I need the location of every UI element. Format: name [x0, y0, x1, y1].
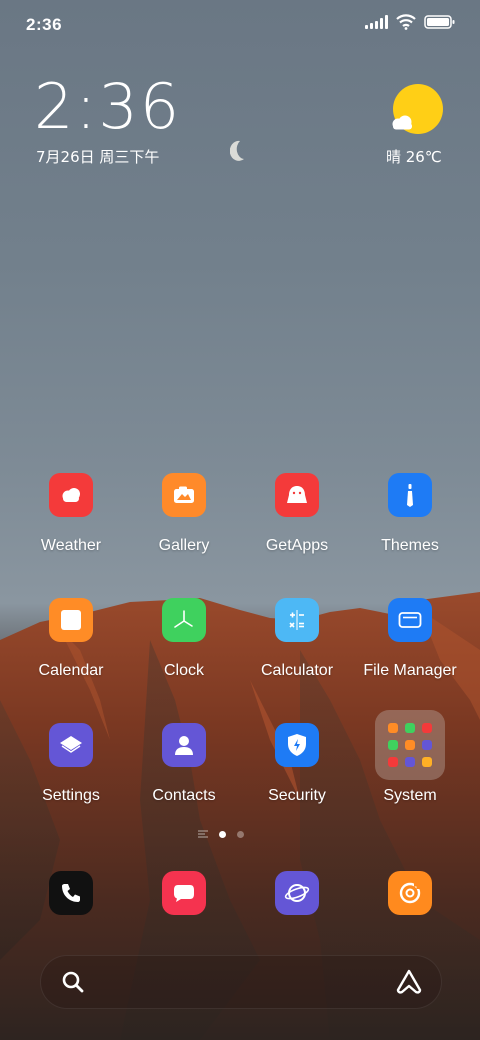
themes-icon [388, 473, 432, 517]
folder-group-icon [375, 710, 445, 780]
app-calculator[interactable]: Calculator [237, 598, 357, 680]
app-security[interactable]: Security [237, 723, 357, 805]
phone-icon[interactable] [49, 871, 93, 915]
search-bar[interactable] [40, 955, 442, 1009]
signal-icon [365, 15, 388, 29]
app-weather[interactable]: Weather [11, 473, 131, 555]
wifi-icon [396, 14, 416, 30]
status-icons [365, 14, 456, 30]
getapps-icon [275, 473, 319, 517]
app-label: Contacts [152, 787, 216, 804]
search-icon[interactable] [61, 970, 85, 994]
music-icon[interactable] [388, 871, 432, 915]
clock-icon [162, 598, 206, 642]
app-label: File Manager [363, 662, 457, 679]
contacts-icon [162, 723, 206, 767]
battery-icon [424, 15, 455, 29]
cloud-icon [392, 115, 412, 130]
moon [230, 140, 244, 161]
app-contacts[interactable]: Contacts [124, 723, 244, 805]
app-label: Themes [381, 537, 439, 554]
shield-icon [275, 723, 319, 767]
app-label: Settings [42, 787, 100, 804]
app-label: Weather [40, 537, 102, 554]
weather-icon [49, 473, 93, 517]
widget-date[interactable]: 7月26日 周三下午 [36, 146, 159, 167]
menu-lines-icon [198, 830, 208, 838]
widget-weather[interactable]: 晴 26℃ [386, 146, 442, 167]
calendar-icon [49, 598, 93, 642]
app-label: Calculator [260, 662, 334, 679]
app-label: Gallery [158, 537, 210, 554]
app-settings[interactable]: Settings [11, 723, 131, 805]
app-system-folder[interactable]: System [350, 710, 470, 805]
calculator-icon [275, 598, 319, 642]
app-label: Calendar [38, 662, 104, 679]
app-themes[interactable]: Themes [350, 473, 470, 555]
folder-icon [388, 598, 432, 642]
page-dot[interactable] [237, 830, 244, 838]
browser-icon[interactable] [275, 871, 319, 915]
app-calendar[interactable]: Calendar [11, 598, 131, 680]
app-label: GetApps [265, 537, 329, 554]
messages-icon[interactable] [162, 871, 206, 915]
status-time: 2:36 [26, 15, 63, 34]
app-label: Clock [163, 662, 204, 679]
app-label: Security [268, 787, 326, 804]
app-clock[interactable]: Clock [124, 598, 244, 680]
page-indicator[interactable] [198, 830, 244, 838]
page-dot-active[interactable] [219, 830, 226, 838]
app-gallery[interactable]: Gallery [124, 473, 244, 555]
widget-clock[interactable]: 2:36 [34, 76, 181, 138]
assistant-icon[interactable] [395, 968, 423, 996]
gallery-icon [162, 473, 206, 517]
app-getapps[interactable]: GetApps [237, 473, 357, 555]
app-label: System [383, 787, 437, 804]
settings-icon [49, 723, 93, 767]
app-file-manager[interactable]: File Manager [350, 598, 470, 680]
